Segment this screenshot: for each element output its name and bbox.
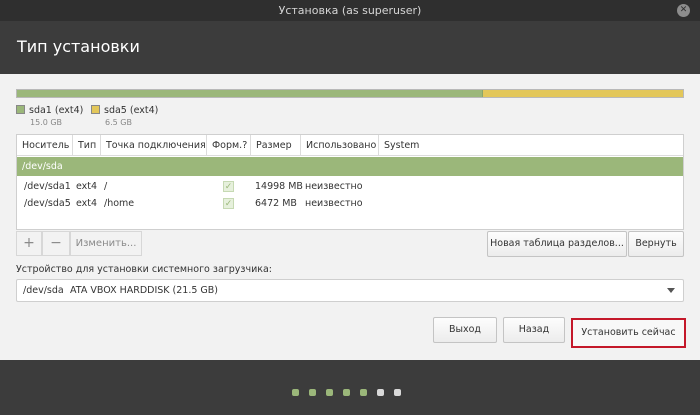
partition-segment-sda1 [17, 90, 483, 97]
partition-bar [16, 89, 684, 98]
bootloader-label: Устройство для установки системного загр… [16, 264, 273, 275]
back-button[interactable]: Назад [503, 317, 565, 343]
cell-device: /dev/sda5 [24, 198, 71, 209]
column-header-size[interactable]: Размер [251, 135, 301, 156]
revert-button[interactable]: Вернуть [628, 231, 684, 257]
format-checkbox[interactable]: ✓ [223, 181, 234, 192]
legend-swatch [91, 105, 100, 114]
add-partition-button[interactable]: + [16, 231, 42, 256]
cell-used: неизвестно [305, 181, 363, 192]
column-header-type[interactable]: Тип [73, 135, 101, 156]
legend-item-sda1: sda1 (ext4) 15.0 GB [16, 105, 83, 127]
cell-type: ext4 [76, 181, 98, 192]
change-partition-button[interactable]: Изменить... [70, 231, 142, 256]
page-title: Тип установки [17, 37, 140, 56]
cell-mount: /home [104, 198, 135, 209]
cell-type: ext4 [76, 198, 98, 209]
window-title: Установка (as superuser) [278, 4, 422, 17]
table-row-disk[interactable]: /dev/sda [17, 157, 683, 176]
legend-swatch [16, 105, 25, 114]
format-checkbox[interactable]: ✓ [223, 198, 234, 209]
chevron-down-icon [667, 288, 675, 293]
legend-label: sda1 (ext4) [29, 105, 84, 116]
table-header: Носитель Тип Точка подключения Форм.? Ра… [17, 135, 683, 156]
bootloader-device-select[interactable]: /dev/sda ATA VBOX HARDDISK (21.5 GB) [16, 279, 684, 302]
progress-step-dot [360, 389, 367, 396]
column-header-device[interactable]: Носитель [17, 135, 73, 156]
cell-mount: / [104, 181, 108, 192]
remove-partition-button[interactable]: − [42, 231, 70, 256]
cell-size: 14998 MB [255, 181, 303, 192]
partition-segment-sda5 [482, 90, 683, 97]
progress-step-dot [377, 389, 384, 396]
cell-device: /dev/sda1 [24, 181, 71, 192]
legend-label: sda5 (ext4) [104, 105, 159, 116]
table-row[interactable]: /dev/sda1 ext4 / ✓ 14998 MB неизвестно [17, 178, 683, 195]
column-header-mount[interactable]: Точка подключения [101, 135, 207, 156]
main-content: sda1 (ext4) 15.0 GB sda5 (ext4) 6.5 GB Н… [0, 74, 700, 360]
progress-step-dot [292, 389, 299, 396]
quit-button[interactable]: Выход [433, 317, 497, 343]
progress-step-dot [394, 389, 401, 396]
new-partition-table-button[interactable]: Новая таблица разделов... [487, 231, 627, 257]
progress-step-dot [326, 389, 333, 396]
page-header: Тип установки [0, 21, 700, 74]
install-now-button[interactable]: Установить сейчас [571, 318, 686, 348]
progress-step-dot [343, 389, 350, 396]
window-titlebar: Установка (as superuser) ✕ [0, 0, 700, 21]
cell-used: неизвестно [305, 198, 363, 209]
legend-size: 15.0 GB [30, 118, 63, 127]
table-row[interactable]: /dev/sda5 ext4 /home ✓ 6472 MB неизвестн… [17, 195, 683, 212]
legend-item-sda5: sda5 (ext4) 6.5 GB [91, 105, 158, 127]
footer [0, 360, 700, 415]
progress-step-dot [309, 389, 316, 396]
legend-size: 6.5 GB [105, 118, 132, 127]
cell-size: 6472 MB [255, 198, 297, 209]
bootloader-device: /dev/sda [23, 285, 64, 296]
column-header-used[interactable]: Использовано [301, 135, 379, 156]
close-icon[interactable]: ✕ [677, 4, 690, 17]
progress-steps [292, 389, 412, 397]
partition-table: Носитель Тип Точка подключения Форм.? Ра… [16, 134, 684, 230]
column-header-format[interactable]: Форм.? [207, 135, 251, 156]
column-header-system[interactable]: System [379, 135, 683, 156]
bootloader-disk: ATA VBOX HARDDISK (21.5 GB) [70, 285, 219, 296]
